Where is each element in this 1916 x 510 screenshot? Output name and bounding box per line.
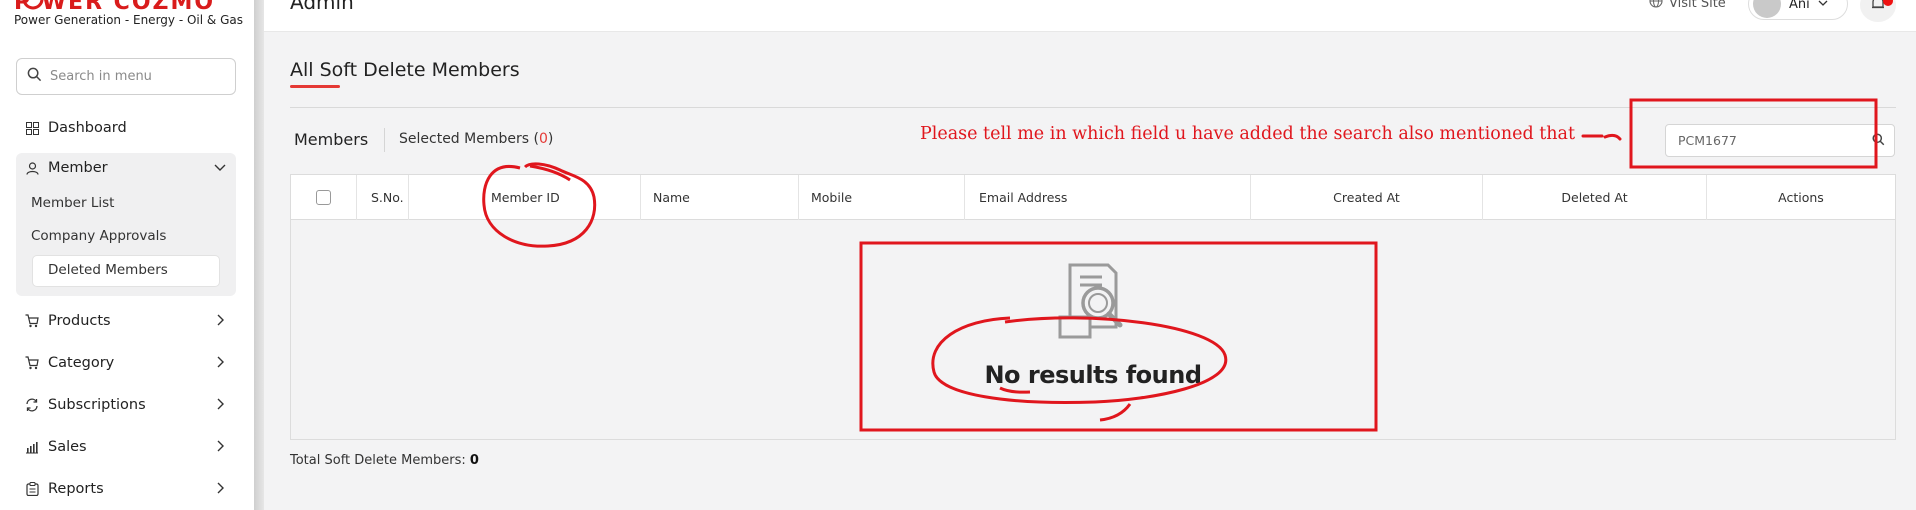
top-header: Admin Visit Site Ani [264,0,1916,32]
total-label: Total Soft Delete Members: [290,453,470,468]
sidebar-item-label: Products [48,313,111,329]
total-count: Total Soft Delete Members: 0 [290,453,479,468]
table-search[interactable] [1665,124,1895,157]
table-header: S.No. Member ID Name Mobile Email Addres… [291,175,1895,220]
user-name: Ani [1789,0,1810,12]
clipboard-icon [25,482,39,496]
column-header: Mobile [799,175,965,220]
title-underline [290,85,340,88]
bar-chart-icon [25,440,39,454]
total-value: 0 [469,453,479,468]
sidebar-item-products[interactable]: Products [16,306,236,336]
chevron-right-icon [214,482,226,498]
sidebar-item-label: Sales [48,439,87,455]
chevron-down-icon [214,161,226,177]
divider [290,107,1896,108]
cart-icon [25,314,39,328]
search-icon [27,67,42,86]
chevron-right-icon [214,356,226,372]
column-header: S.No. [357,175,409,220]
sidebar-item-label: Category [48,355,115,371]
column-header: Actions [1778,190,1824,205]
page-title: All Soft Delete Members [290,59,520,81]
cart-icon [25,356,39,370]
avatar [1753,0,1781,18]
header-title: Admin [290,0,354,14]
sidebar-item-reports[interactable]: Reports [16,474,236,504]
sidebar-item-category[interactable]: Category [16,348,236,378]
chevron-right-icon [214,314,226,330]
no-results-message: No results found [984,361,1202,389]
column-header: Name [641,175,799,220]
sidebar-item-label: Reports [48,481,104,497]
search-icon[interactable] [1872,131,1885,150]
tab-members[interactable]: Members [294,130,368,149]
chevron-right-icon [214,440,226,456]
visit-site-label: Visit Site [1669,0,1726,11]
table-search-input[interactable] [1678,133,1868,148]
menu-search[interactable] [16,58,236,95]
column-header: Created At [1251,175,1483,220]
column-header: Email Address [965,175,1251,220]
sidebar-divider [254,0,264,510]
chevron-right-icon [214,398,226,414]
chevron-down-icon [1818,0,1828,12]
sidebar-item-label: Member [48,160,108,176]
sidebar-subitem-company-approvals[interactable]: Company Approvals [31,228,166,244]
tab-divider [384,128,385,152]
tab-selected-members[interactable]: Selected Members (0) [399,131,553,147]
annotation-note: Please tell me in which field u have add… [920,124,1575,144]
sidebar-item-label: Dashboard [48,120,127,136]
tab-selected-close: ) [547,131,554,147]
sidebar-item-sales[interactable]: Sales [16,432,236,462]
tab-selected-label: Selected Members ( [399,131,539,147]
select-all-checkbox[interactable] [316,190,331,205]
user-menu[interactable]: Ani [1748,0,1848,20]
user-icon [25,161,39,175]
selected-count: 0 [538,131,548,147]
logo-tagline: Power Generation - Energy - Oil & Gas [14,13,243,27]
sidebar-item-member[interactable]: Member [16,153,236,183]
members-table: S.No. Member ID Name Mobile Email Addres… [290,174,1896,440]
select-all-cell [291,175,357,220]
no-results-icon [1050,261,1140,349]
column-header: Member ID [409,175,641,220]
sidebar-item-subscriptions[interactable]: Subscriptions [16,390,236,420]
sidebar-item-label: Subscriptions [48,397,146,413]
refresh-icon [25,398,39,412]
visit-site-link[interactable]: Visit Site [1649,0,1726,12]
grid-icon [25,121,39,135]
menu-search-input[interactable] [50,69,220,84]
markup-arrow [1581,133,1622,141]
sidebar-item-dashboard[interactable]: Dashboard [16,113,236,143]
sidebar-subitem-member-list[interactable]: Member List [31,195,114,211]
column-header: Deleted At [1483,175,1707,220]
globe-icon [1649,0,1663,12]
sidebar: P WER COZMO Power Generation - Energy - … [0,0,254,510]
sidebar-subitem-deleted-members[interactable]: Deleted Members [48,262,168,278]
